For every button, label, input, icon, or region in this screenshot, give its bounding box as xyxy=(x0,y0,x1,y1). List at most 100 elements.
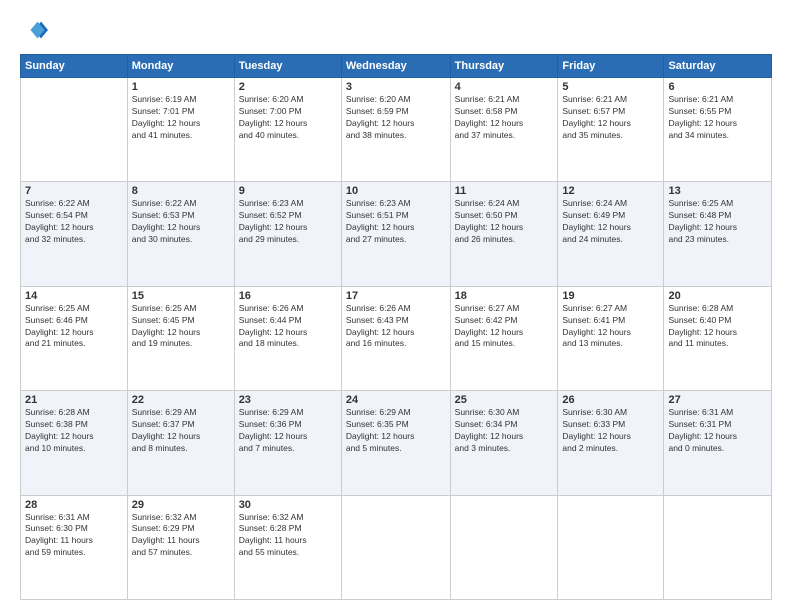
logo xyxy=(20,16,50,44)
calendar-cell: 6Sunrise: 6:21 AMSunset: 6:55 PMDaylight… xyxy=(664,78,772,182)
calendar-week-5: 28Sunrise: 6:31 AMSunset: 6:30 PMDayligh… xyxy=(21,495,772,599)
day-number: 21 xyxy=(25,394,123,406)
calendar-cell: 4Sunrise: 6:21 AMSunset: 6:58 PMDaylight… xyxy=(450,78,558,182)
day-number: 5 xyxy=(562,81,659,93)
calendar-cell: 18Sunrise: 6:27 AMSunset: 6:42 PMDayligh… xyxy=(450,286,558,390)
calendar-cell: 1Sunrise: 6:19 AMSunset: 7:01 PMDaylight… xyxy=(127,78,234,182)
day-info: Sunrise: 6:25 AMSunset: 6:48 PMDaylight:… xyxy=(668,198,767,246)
day-info: Sunrise: 6:28 AMSunset: 6:38 PMDaylight:… xyxy=(25,407,123,455)
day-number: 10 xyxy=(346,185,446,197)
day-info: Sunrise: 6:21 AMSunset: 6:57 PMDaylight:… xyxy=(562,94,659,142)
calendar-cell xyxy=(21,78,128,182)
day-info: Sunrise: 6:24 AMSunset: 6:50 PMDaylight:… xyxy=(455,198,554,246)
column-header-monday: Monday xyxy=(127,55,234,78)
calendar-cell: 29Sunrise: 6:32 AMSunset: 6:29 PMDayligh… xyxy=(127,495,234,599)
calendar-cell: 16Sunrise: 6:26 AMSunset: 6:44 PMDayligh… xyxy=(234,286,341,390)
calendar-week-1: 1Sunrise: 6:19 AMSunset: 7:01 PMDaylight… xyxy=(21,78,772,182)
day-info: Sunrise: 6:32 AMSunset: 6:28 PMDaylight:… xyxy=(239,512,337,560)
day-number: 6 xyxy=(668,81,767,93)
day-info: Sunrise: 6:21 AMSunset: 6:58 PMDaylight:… xyxy=(455,94,554,142)
day-info: Sunrise: 6:31 AMSunset: 6:31 PMDaylight:… xyxy=(668,407,767,455)
day-info: Sunrise: 6:30 AMSunset: 6:33 PMDaylight:… xyxy=(562,407,659,455)
day-info: Sunrise: 6:25 AMSunset: 6:45 PMDaylight:… xyxy=(132,303,230,351)
calendar-cell: 27Sunrise: 6:31 AMSunset: 6:31 PMDayligh… xyxy=(664,391,772,495)
day-number: 30 xyxy=(239,499,337,511)
day-number: 29 xyxy=(132,499,230,511)
day-number: 8 xyxy=(132,185,230,197)
calendar-cell: 20Sunrise: 6:28 AMSunset: 6:40 PMDayligh… xyxy=(664,286,772,390)
day-info: Sunrise: 6:27 AMSunset: 6:42 PMDaylight:… xyxy=(455,303,554,351)
calendar-cell xyxy=(664,495,772,599)
calendar-cell: 10Sunrise: 6:23 AMSunset: 6:51 PMDayligh… xyxy=(341,182,450,286)
calendar-cell: 22Sunrise: 6:29 AMSunset: 6:37 PMDayligh… xyxy=(127,391,234,495)
day-info: Sunrise: 6:29 AMSunset: 6:37 PMDaylight:… xyxy=(132,407,230,455)
page: SundayMondayTuesdayWednesdayThursdayFrid… xyxy=(0,0,792,612)
logo-icon xyxy=(20,16,48,44)
day-number: 3 xyxy=(346,81,446,93)
calendar-cell xyxy=(558,495,664,599)
calendar-cell: 11Sunrise: 6:24 AMSunset: 6:50 PMDayligh… xyxy=(450,182,558,286)
calendar-cell: 30Sunrise: 6:32 AMSunset: 6:28 PMDayligh… xyxy=(234,495,341,599)
header xyxy=(20,16,772,44)
calendar-cell: 2Sunrise: 6:20 AMSunset: 7:00 PMDaylight… xyxy=(234,78,341,182)
calendar-cell: 3Sunrise: 6:20 AMSunset: 6:59 PMDaylight… xyxy=(341,78,450,182)
column-header-tuesday: Tuesday xyxy=(234,55,341,78)
day-number: 27 xyxy=(668,394,767,406)
day-info: Sunrise: 6:32 AMSunset: 6:29 PMDaylight:… xyxy=(132,512,230,560)
day-info: Sunrise: 6:28 AMSunset: 6:40 PMDaylight:… xyxy=(668,303,767,351)
day-info: Sunrise: 6:23 AMSunset: 6:52 PMDaylight:… xyxy=(239,198,337,246)
column-header-friday: Friday xyxy=(558,55,664,78)
calendar-cell: 21Sunrise: 6:28 AMSunset: 6:38 PMDayligh… xyxy=(21,391,128,495)
column-header-sunday: Sunday xyxy=(21,55,128,78)
day-number: 4 xyxy=(455,81,554,93)
calendar-week-2: 7Sunrise: 6:22 AMSunset: 6:54 PMDaylight… xyxy=(21,182,772,286)
day-info: Sunrise: 6:25 AMSunset: 6:46 PMDaylight:… xyxy=(25,303,123,351)
day-number: 20 xyxy=(668,290,767,302)
calendar-cell: 15Sunrise: 6:25 AMSunset: 6:45 PMDayligh… xyxy=(127,286,234,390)
calendar-cell: 9Sunrise: 6:23 AMSunset: 6:52 PMDaylight… xyxy=(234,182,341,286)
day-info: Sunrise: 6:31 AMSunset: 6:30 PMDaylight:… xyxy=(25,512,123,560)
day-info: Sunrise: 6:26 AMSunset: 6:43 PMDaylight:… xyxy=(346,303,446,351)
day-number: 25 xyxy=(455,394,554,406)
day-info: Sunrise: 6:27 AMSunset: 6:41 PMDaylight:… xyxy=(562,303,659,351)
day-number: 28 xyxy=(25,499,123,511)
day-number: 12 xyxy=(562,185,659,197)
calendar-cell: 26Sunrise: 6:30 AMSunset: 6:33 PMDayligh… xyxy=(558,391,664,495)
calendar-cell xyxy=(450,495,558,599)
day-number: 18 xyxy=(455,290,554,302)
calendar-cell: 13Sunrise: 6:25 AMSunset: 6:48 PMDayligh… xyxy=(664,182,772,286)
day-info: Sunrise: 6:20 AMSunset: 7:00 PMDaylight:… xyxy=(239,94,337,142)
calendar-cell: 7Sunrise: 6:22 AMSunset: 6:54 PMDaylight… xyxy=(21,182,128,286)
day-number: 26 xyxy=(562,394,659,406)
column-header-saturday: Saturday xyxy=(664,55,772,78)
calendar-cell: 23Sunrise: 6:29 AMSunset: 6:36 PMDayligh… xyxy=(234,391,341,495)
day-number: 2 xyxy=(239,81,337,93)
day-info: Sunrise: 6:22 AMSunset: 6:53 PMDaylight:… xyxy=(132,198,230,246)
calendar-cell: 14Sunrise: 6:25 AMSunset: 6:46 PMDayligh… xyxy=(21,286,128,390)
day-number: 7 xyxy=(25,185,123,197)
calendar-week-4: 21Sunrise: 6:28 AMSunset: 6:38 PMDayligh… xyxy=(21,391,772,495)
day-info: Sunrise: 6:24 AMSunset: 6:49 PMDaylight:… xyxy=(562,198,659,246)
day-number: 24 xyxy=(346,394,446,406)
day-number: 11 xyxy=(455,185,554,197)
day-number: 13 xyxy=(668,185,767,197)
day-info: Sunrise: 6:19 AMSunset: 7:01 PMDaylight:… xyxy=(132,94,230,142)
calendar-week-3: 14Sunrise: 6:25 AMSunset: 6:46 PMDayligh… xyxy=(21,286,772,390)
day-number: 9 xyxy=(239,185,337,197)
day-number: 15 xyxy=(132,290,230,302)
day-number: 19 xyxy=(562,290,659,302)
day-number: 1 xyxy=(132,81,230,93)
calendar-cell: 5Sunrise: 6:21 AMSunset: 6:57 PMDaylight… xyxy=(558,78,664,182)
day-number: 17 xyxy=(346,290,446,302)
day-number: 23 xyxy=(239,394,337,406)
calendar-cell: 19Sunrise: 6:27 AMSunset: 6:41 PMDayligh… xyxy=(558,286,664,390)
day-info: Sunrise: 6:20 AMSunset: 6:59 PMDaylight:… xyxy=(346,94,446,142)
column-header-wednesday: Wednesday xyxy=(341,55,450,78)
calendar-cell: 25Sunrise: 6:30 AMSunset: 6:34 PMDayligh… xyxy=(450,391,558,495)
day-number: 16 xyxy=(239,290,337,302)
calendar-cell xyxy=(341,495,450,599)
calendar-cell: 8Sunrise: 6:22 AMSunset: 6:53 PMDaylight… xyxy=(127,182,234,286)
calendar-header-row: SundayMondayTuesdayWednesdayThursdayFrid… xyxy=(21,55,772,78)
day-info: Sunrise: 6:29 AMSunset: 6:35 PMDaylight:… xyxy=(346,407,446,455)
column-header-thursday: Thursday xyxy=(450,55,558,78)
